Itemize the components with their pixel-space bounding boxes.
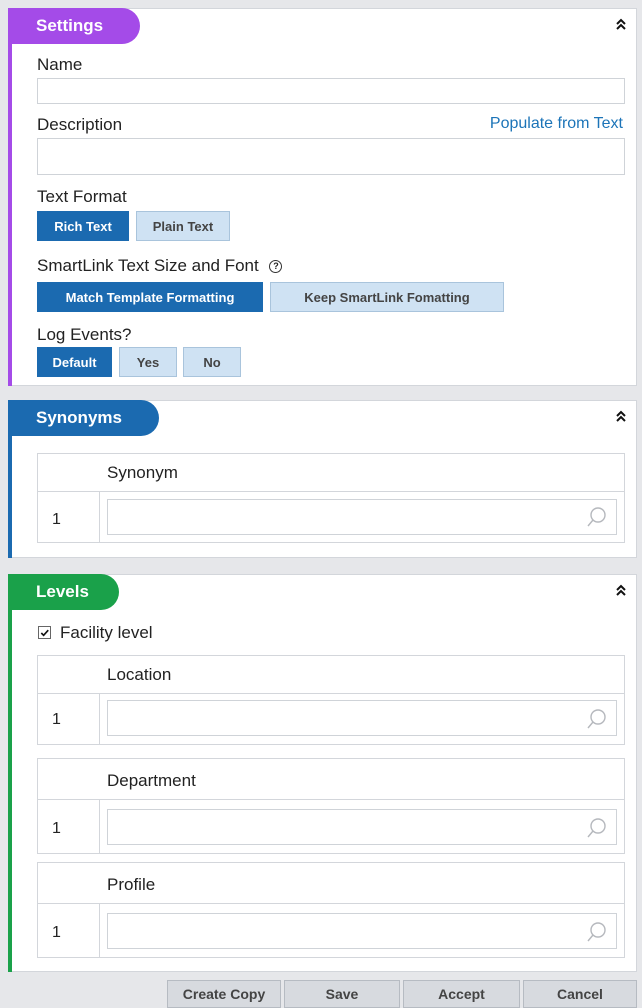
save-button[interactable]: Save xyxy=(284,980,400,1008)
search-icon[interactable] xyxy=(586,817,608,839)
profile-table: Profile 1 xyxy=(37,862,625,958)
facility-level-checkbox[interactable] xyxy=(38,626,51,639)
log-events-label: Log Events? xyxy=(37,325,132,344)
synonyms-header-pill[interactable]: Synonyms xyxy=(12,400,159,436)
row-number-column xyxy=(38,491,100,542)
keep-smartlink-formatting-button[interactable]: Keep SmartLink Fomatting xyxy=(270,282,504,312)
levels-section: Levels Facility level Location 1 Departm… xyxy=(0,574,642,972)
log-events-no-button[interactable]: No xyxy=(183,347,241,377)
synonyms-section: Synonyms Synonym 1 xyxy=(0,400,642,558)
search-icon[interactable] xyxy=(586,708,608,730)
row-number-column xyxy=(38,693,100,744)
row-number: 1 xyxy=(52,711,61,728)
profile-input[interactable] xyxy=(107,913,617,949)
department-table: Department 1 xyxy=(37,758,625,854)
row-number: 1 xyxy=(52,511,61,528)
checkmark-icon xyxy=(40,629,49,637)
log-events-default-button[interactable]: Default xyxy=(37,347,112,377)
synonyms-table: Synonym 1 xyxy=(37,453,625,543)
settings-section: Settings Name Description Populate from … xyxy=(0,8,642,386)
accept-button[interactable]: Accept xyxy=(403,980,520,1008)
collapse-icon[interactable] xyxy=(614,582,628,598)
search-icon[interactable] xyxy=(586,506,608,528)
match-template-formatting-button[interactable]: Match Template Formatting xyxy=(37,282,263,312)
facility-level-label: Facility level xyxy=(60,623,153,642)
synonym-input[interactable] xyxy=(107,499,617,535)
department-column-header: Department xyxy=(107,771,196,790)
location-table: Location 1 xyxy=(37,655,625,745)
smartlink-label-text: SmartLink Text Size and Font xyxy=(37,256,259,275)
location-table-header: Location xyxy=(38,656,624,694)
department-input[interactable] xyxy=(107,809,617,845)
description-input[interactable] xyxy=(37,138,625,175)
rich-text-button[interactable]: Rich Text xyxy=(37,211,129,241)
row-number: 1 xyxy=(52,924,61,941)
synonyms-table-header: Synonym xyxy=(38,454,624,492)
row-number-column xyxy=(38,799,100,853)
row-number: 1 xyxy=(52,820,61,837)
location-column-header: Location xyxy=(107,665,172,684)
help-icon[interactable]: ? xyxy=(269,260,283,273)
profile-table-header: Profile xyxy=(38,863,624,904)
location-input[interactable] xyxy=(107,700,617,736)
synonym-column-header: Synonym xyxy=(107,463,178,482)
collapse-icon[interactable] xyxy=(614,408,628,424)
create-copy-button[interactable]: Create Copy xyxy=(167,980,281,1008)
footer-button-bar: Create Copy Save Accept Cancel xyxy=(0,980,642,1008)
populate-from-text-link[interactable]: Populate from Text xyxy=(490,115,623,133)
row-number-column xyxy=(38,903,100,957)
text-format-label: Text Format xyxy=(37,187,127,206)
cancel-button[interactable]: Cancel xyxy=(523,980,637,1008)
collapse-icon[interactable] xyxy=(614,16,628,32)
name-input[interactable] xyxy=(37,78,625,104)
search-icon[interactable] xyxy=(586,921,608,943)
description-label: Description xyxy=(37,115,123,134)
profile-column-header: Profile xyxy=(107,875,156,894)
levels-header-pill[interactable]: Levels xyxy=(12,574,119,610)
log-events-yes-button[interactable]: Yes xyxy=(119,347,177,377)
smartlink-label: SmartLink Text Size and Font ? xyxy=(37,256,283,276)
name-label: Name xyxy=(37,55,83,74)
settings-header-pill[interactable]: Settings xyxy=(12,8,140,44)
department-table-header: Department xyxy=(38,759,624,800)
plain-text-button[interactable]: Plain Text xyxy=(136,211,230,241)
